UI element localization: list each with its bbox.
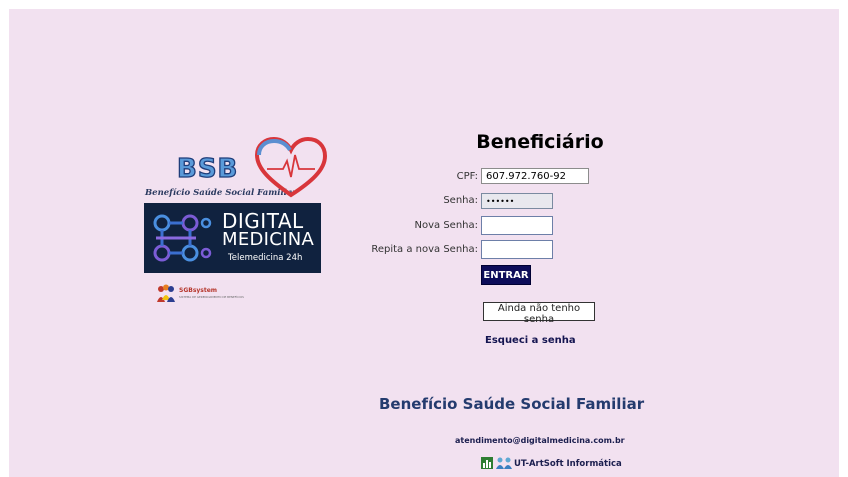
nova-senha-input[interactable] <box>481 216 553 235</box>
sgb-logo-name: SGBsystem <box>179 287 218 294</box>
bsb-logo-text: BSB <box>176 154 239 184</box>
sgb-system-logo: SGBsystem SISTEMA DE GERENCIAMENTO DE BE… <box>155 284 255 306</box>
senha-input[interactable] <box>481 193 553 209</box>
footer-title: Benefício Saúde Social Familiar <box>379 395 645 413</box>
page-background: BSB Benefício Saúde Social Familiar DIGI… <box>9 9 839 477</box>
repita-senha-label: Repita a nova Senha: <box>371 244 478 255</box>
bsb-logo: BSB Benefício Saúde Social Familiar <box>145 137 336 203</box>
people-icon <box>496 457 512 469</box>
digital-medicina-line1: DIGITAL <box>222 209 304 233</box>
form-title: Beneficiário <box>476 131 604 153</box>
sgb-people-icon <box>157 284 175 302</box>
repita-senha-input[interactable] <box>481 240 553 259</box>
senha-label: Senha: <box>443 195 478 206</box>
entrar-button[interactable]: ENTRAR <box>481 265 531 285</box>
ainda-nao-tenho-senha-button[interactable]: Ainda não tenho senha <box>483 302 595 325</box>
bar-chart-icon <box>481 457 493 469</box>
footer-email: atendimento@digitalmedicina.com.br <box>455 436 625 445</box>
digital-medicina-logo: DIGITAL MEDICINA Telemedicina 24h <box>144 203 321 273</box>
heart-logo-icon <box>254 137 328 198</box>
cpf-input[interactable] <box>481 168 589 184</box>
cpf-label: CPF: <box>456 171 478 182</box>
sgb-logo-subtitle: SISTEMA DE GERENCIAMENTO DE BENEFÍCIOS <box>179 295 244 299</box>
digital-medicina-mark-icon <box>153 214 212 262</box>
digital-medicina-line2: MEDICINA <box>222 229 315 250</box>
digital-medicina-tagline: Telemedicina 24h <box>228 253 303 263</box>
vendor-name: UT-ArtSoft Informática <box>514 459 622 469</box>
nova-senha-label: Nova Senha: <box>414 220 479 231</box>
esqueci-senha-link[interactable]: Esqueci a senha <box>485 335 576 346</box>
